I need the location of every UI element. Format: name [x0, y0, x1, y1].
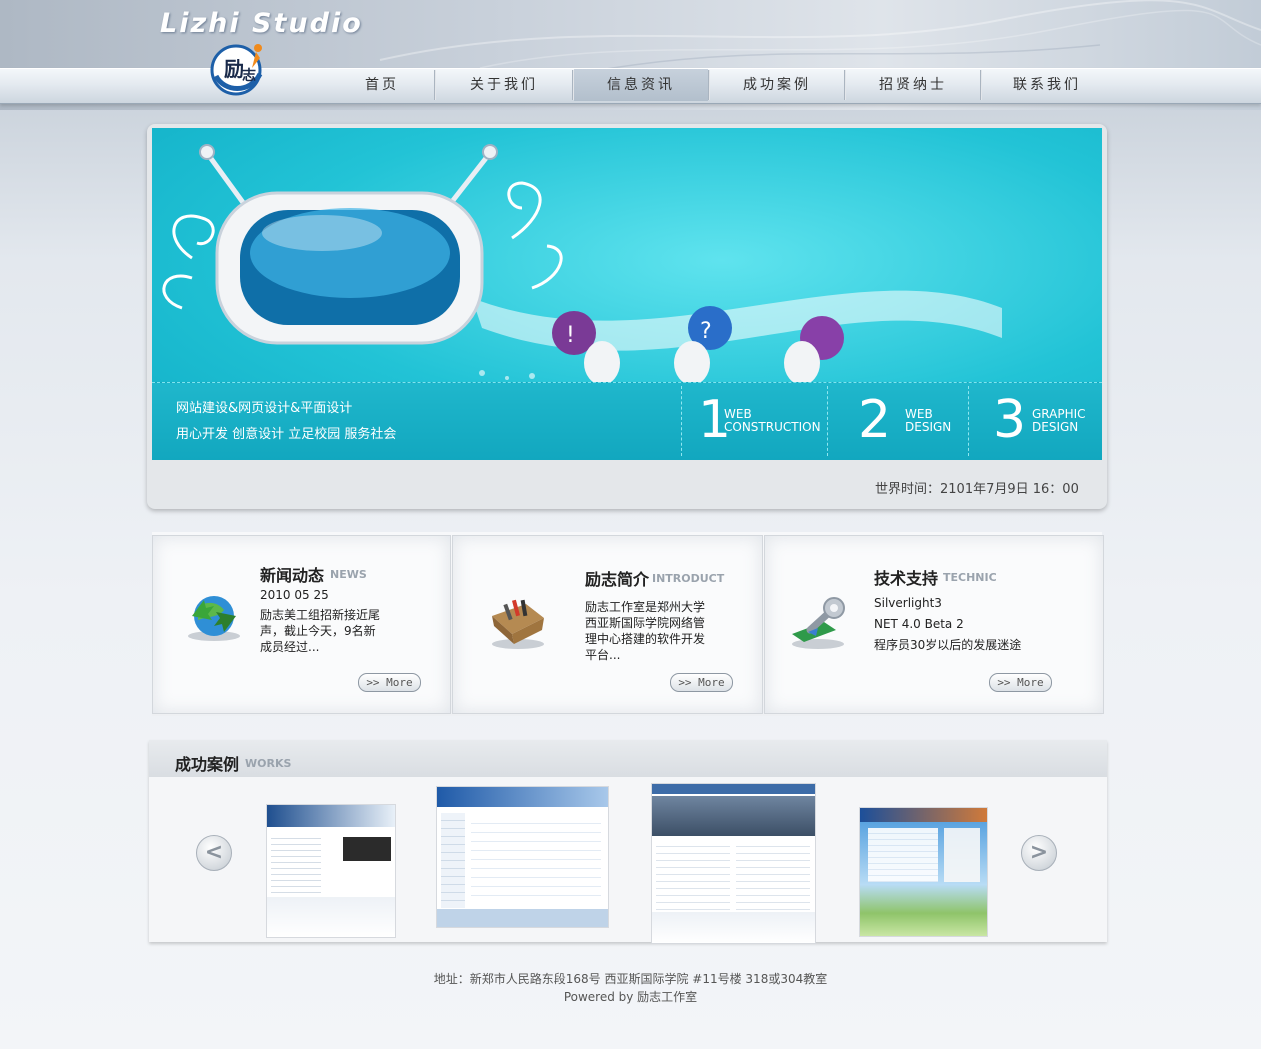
svg-text:!: ! [566, 323, 575, 348]
intro-title[interactable]: 励志简介 [585, 566, 649, 590]
nav-jobs[interactable]: 招贤纳士 [846, 69, 980, 101]
strip-divider [968, 386, 969, 456]
tech-title[interactable]: 技术支持 [874, 565, 938, 589]
tech-subtitle: TECHNIC [943, 571, 997, 584]
banner-services-strip [152, 382, 1102, 460]
works-header [149, 740, 1107, 777]
service-number: 2 [858, 390, 892, 450]
service-label: DESIGN [1032, 420, 1079, 434]
wrench-icon [792, 597, 845, 649]
tech-link[interactable]: NET 4.0 Beta 2 [874, 616, 964, 633]
intro-text-line: 励志工作室是郑州大学 [585, 600, 706, 614]
svg-text:励: 励 [224, 57, 244, 81]
service-label: DESIGN [905, 420, 952, 434]
logo-text[interactable]: Lizhi Studio [160, 8, 363, 39]
works-prev-button[interactable]: < [196, 835, 232, 871]
works-subtitle: WORKS [245, 757, 292, 770]
work-thumbnail[interactable] [859, 807, 988, 937]
world-time: 世界时间：2101年7月9日 16：00 [875, 482, 1079, 497]
news-subtitle: NEWS [330, 568, 367, 581]
nav-cases[interactable]: 成功案例 [710, 69, 844, 101]
service-label: CONSTRUCTION [724, 420, 821, 434]
works-next-button[interactable]: > [1021, 835, 1057, 871]
banner-slogan: 用心开发 创意设计 立足校园 服务社会 [176, 427, 397, 442]
intro-subtitle: INTRODUCT [652, 572, 725, 585]
strip-divider [681, 386, 682, 456]
footer-address: 地址：新郑市人民路东段168号 西亚斯国际学院 #11号楼 318或304教室 [433, 972, 828, 986]
work-thumbnail[interactable] [651, 783, 816, 944]
nav-contact[interactable]: 联系我们 [982, 69, 1112, 101]
globe-arrows-icon [188, 596, 240, 641]
news-date: 2010 05 25 [260, 588, 329, 602]
toolbox-icon [492, 599, 544, 649]
footer-powered-by: Powered by 励志工作室 [563, 990, 698, 1004]
news-text-line: 励志美工组招新接近尾 [260, 608, 381, 622]
news-text-line: 声，截止今天，9名新 [260, 624, 376, 638]
news-title[interactable]: 新闻动态 [260, 562, 324, 586]
news-more-button[interactable]: >> More [358, 673, 421, 692]
news-text-line: 成员经过... [260, 640, 320, 654]
intro-text-line: 平台... [585, 648, 621, 662]
nav-news[interactable]: 信息资讯 [574, 69, 708, 101]
work-thumbnail[interactable] [266, 804, 396, 938]
service-number: 3 [993, 390, 1027, 450]
works-title[interactable]: 成功案例 [175, 751, 239, 775]
tech-link[interactable]: 程序员30岁以后的发展迷途 [874, 637, 1021, 654]
intro-text-line: 西亚斯国际学院网络管 [585, 616, 706, 630]
intro-text-line: 理中心搭建的软件开发 [585, 632, 706, 646]
work-thumbnail[interactable] [436, 786, 609, 928]
lizhi-logo-icon[interactable]: 励 志 [210, 40, 266, 96]
strip-divider [827, 386, 828, 456]
banner-tagline: 网站建设&网页设计&平面设计 [176, 401, 353, 416]
nav-about[interactable]: 关于我们 [436, 69, 572, 101]
intro-more-button[interactable]: >> More [670, 673, 733, 692]
nav-home[interactable]: 首页 [330, 69, 434, 101]
svg-text:志: 志 [242, 67, 256, 84]
tech-more-button[interactable]: >> More [989, 673, 1052, 692]
svg-text:?: ? [700, 319, 712, 344]
tech-link[interactable]: Silverlight3 [874, 595, 942, 612]
